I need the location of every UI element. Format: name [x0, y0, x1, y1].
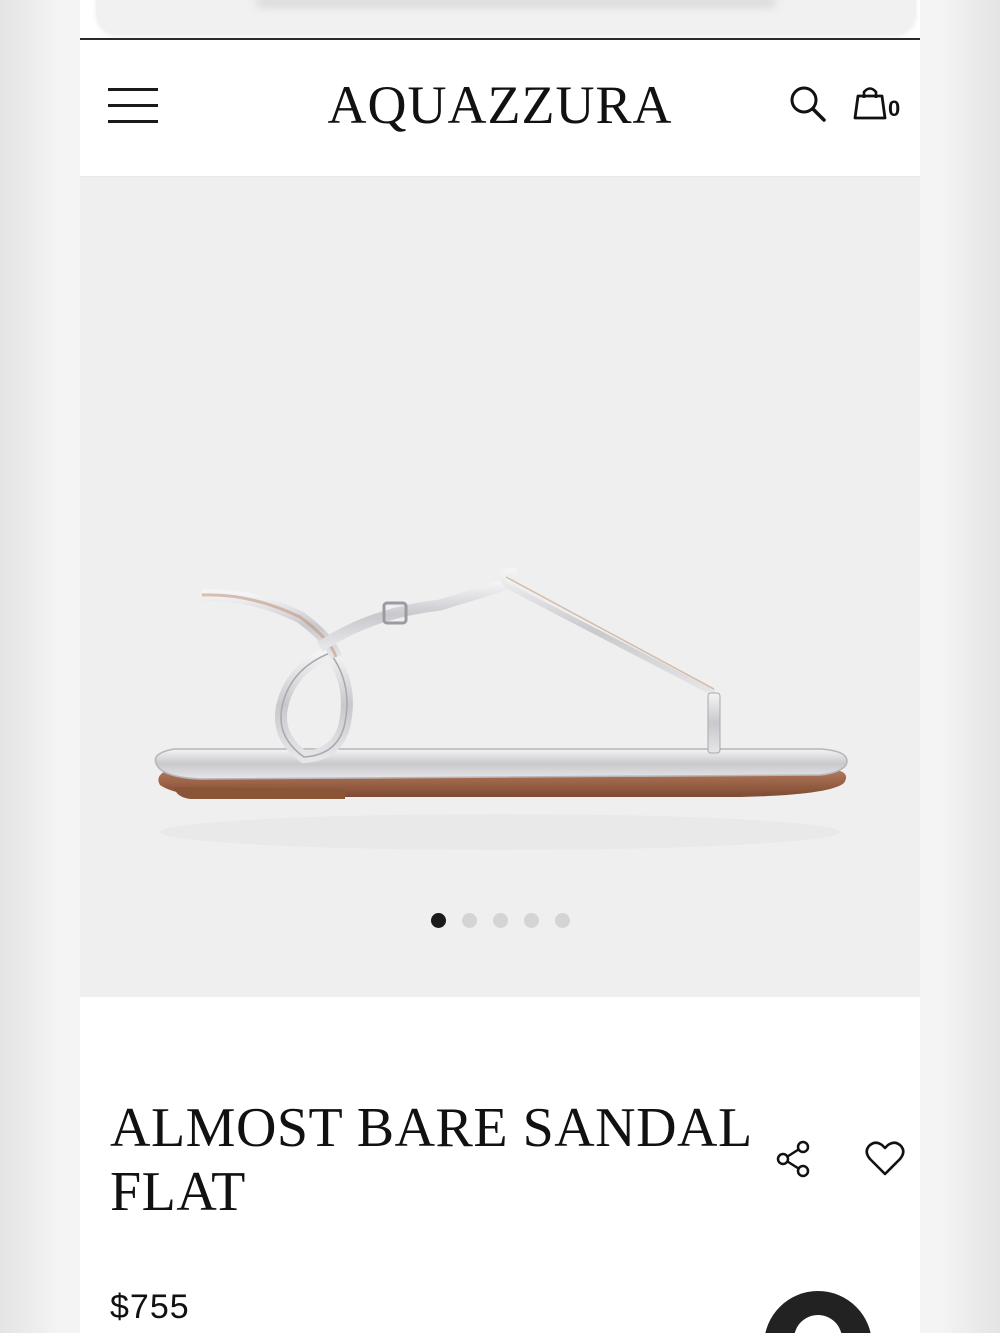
shopping-bag-icon — [853, 87, 887, 120]
product-title: ALMOST BARE SANDAL FLAT — [110, 1096, 770, 1224]
carousel-dot-2[interactable] — [461, 913, 477, 928]
product-gallery[interactable] — [80, 177, 920, 997]
search-icon — [790, 86, 826, 122]
cart-button[interactable]: 0 — [852, 84, 908, 124]
wishlist-button[interactable] — [864, 1138, 906, 1180]
product-price: $755 — [110, 1288, 190, 1326]
product-title-line1: ALMOST BARE SANDAL — [110, 1097, 753, 1159]
product-title-line2: FLAT — [110, 1161, 246, 1223]
cart-count: 0 — [888, 96, 901, 121]
banner-text-blurred — [256, 0, 776, 8]
carousel-dot-3[interactable] — [492, 913, 508, 928]
carousel-dot-5[interactable] — [554, 913, 570, 928]
chat-button[interactable] — [764, 1291, 872, 1333]
share-icon — [776, 1140, 810, 1178]
sandal-image — [154, 567, 848, 850]
mobile-page: AQUAZZURA 0 ALMOST BARE SANDAL FLAT $755 — [80, 0, 920, 1333]
carousel-dots — [80, 913, 920, 928]
heart-icon — [865, 1141, 905, 1176]
carousel-dot-1[interactable] — [430, 913, 446, 928]
share-button[interactable] — [774, 1138, 814, 1180]
carousel-dot-4[interactable] — [523, 913, 539, 928]
top-notification-banner — [96, 0, 916, 34]
site-header: AQUAZZURA 0 — [80, 40, 920, 177]
search-button[interactable] — [788, 84, 828, 124]
